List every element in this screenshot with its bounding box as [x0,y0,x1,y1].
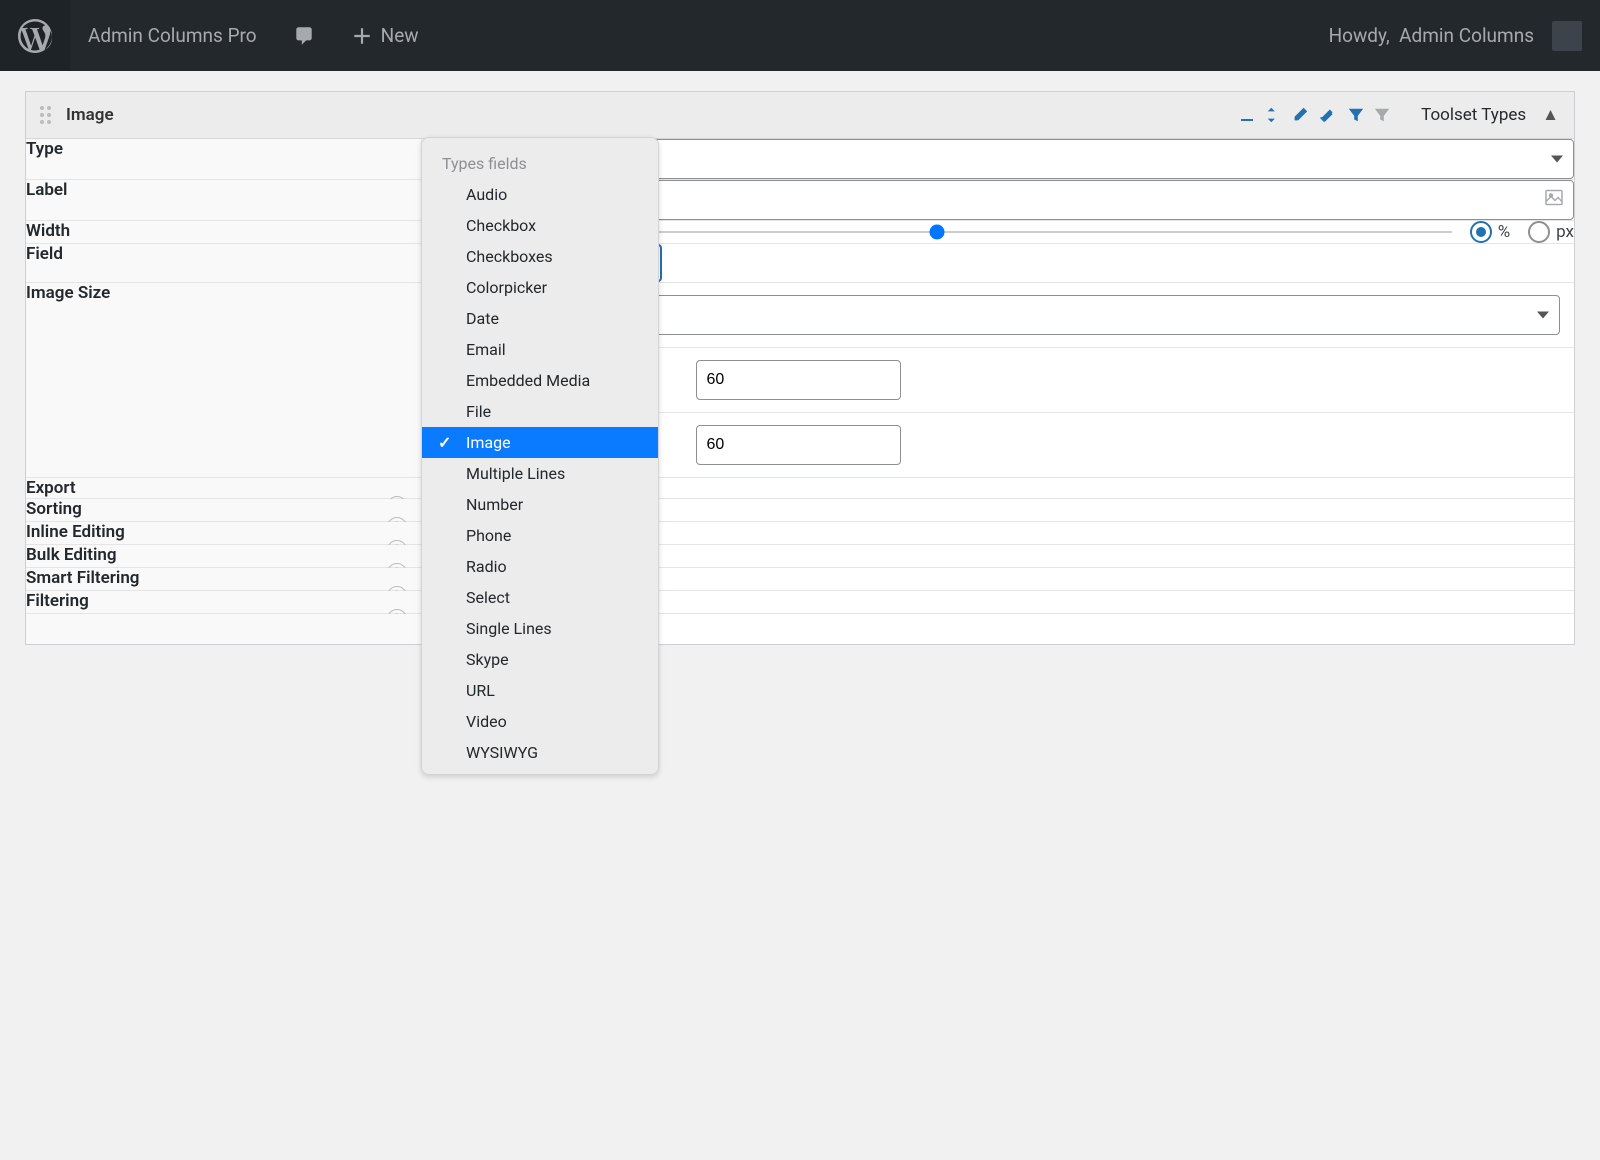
dropdown-item[interactable]: Skype [422,644,658,675]
smart-filtering-label: Smart Filtering? [26,568,421,591]
width-unit-percent[interactable]: % [1470,221,1510,243]
dropdown-item[interactable]: File [422,396,658,427]
settings-body: Type Label Width [26,139,1574,644]
image-height-input[interactable] [696,425,901,465]
dropdown-item[interactable]: WYSIWYG [422,737,658,768]
bulk-edit-icon[interactable] [1317,104,1339,126]
new-link[interactable]: New [333,0,437,71]
filtering-label: Filtering? [26,591,421,614]
user-greeting[interactable]: Howdy, Admin Columns [1311,0,1600,71]
filter-icon[interactable] [1373,106,1391,124]
column-header[interactable]: Image Toolset Types ▲ [26,92,1574,139]
dropdown-item[interactable]: Multiple Lines [422,458,658,489]
collapse-toggle[interactable]: ▲ [1542,105,1559,125]
column-type-label: Toolset Types [1421,105,1526,125]
dropdown-item[interactable]: Video [422,706,658,737]
field-label: Field [26,244,421,283]
dropdown-item[interactable]: Colorpicker [422,272,658,303]
dropdown-item[interactable]: Radio [422,551,658,582]
label-label: Label [26,180,421,221]
avatar [1552,21,1582,51]
dropdown-item[interactable]: Single Lines [422,613,658,644]
dropdown-item[interactable]: Embedded Media [422,365,658,396]
dropdown-item[interactable]: Image [422,427,658,458]
dropdown-group-label: Types fields [422,144,658,179]
export-icon[interactable] [1237,105,1257,125]
sort-icon[interactable] [1265,106,1283,124]
dropdown-item[interactable]: Number [422,489,658,520]
site-title[interactable]: Admin Columns Pro [70,0,275,71]
type-label: Type [26,139,421,180]
column-settings-panel: Image Toolset Types ▲ Type Label [25,91,1575,645]
width-unit-px[interactable]: px [1528,221,1574,243]
dropdown-item[interactable]: Audio [422,179,658,210]
feature-icons [1237,104,1391,126]
admin-bar: Admin Columns Pro New Howdy, Admin Colum… [0,0,1600,71]
dropdown-item[interactable]: Select [422,582,658,613]
width-label: Width [26,221,421,244]
wordpress-icon [18,19,52,53]
field-dropdown[interactable]: Types fields AudioCheckboxCheckboxesColo… [421,137,659,775]
wordpress-logo[interactable] [0,0,70,71]
dropdown-item[interactable]: Date [422,303,658,334]
dropdown-item[interactable]: Email [422,334,658,365]
sorting-label: Sorting? [26,499,421,522]
comment-icon [293,25,315,47]
image-size-label: Image Size [26,283,421,478]
dropdown-item[interactable]: URL [422,675,658,706]
smart-filter-icon[interactable] [1347,106,1365,124]
inline-editing-label: Inline Editing? [26,522,421,545]
drag-handle-icon[interactable] [34,106,56,124]
column-title: Image [66,105,114,125]
edit-icon[interactable] [1291,106,1309,124]
plus-icon [351,25,373,47]
export-label: Export? [26,478,421,499]
comments-link[interactable] [275,0,333,71]
image-width-input[interactable] [696,360,901,400]
dropdown-item[interactable]: Phone [422,520,658,551]
bulk-editing-label: Bulk Editing? [26,545,421,568]
dropdown-item[interactable]: Checkbox [422,210,658,241]
dropdown-item[interactable]: Checkboxes [422,241,658,272]
image-icon [1544,188,1564,213]
